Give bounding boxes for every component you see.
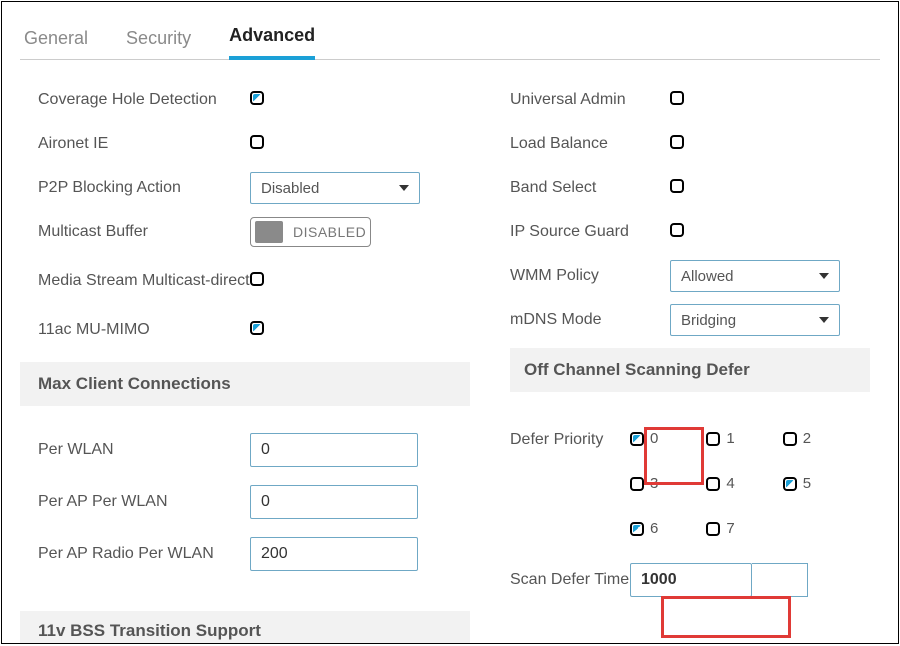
multicast-buffer-toggle-text: DISABLED [293, 224, 366, 240]
left-column: Coverage Hole Detection Aironet IE P2P B… [20, 78, 470, 597]
media-stream-checkbox[interactable] [250, 272, 264, 286]
per-ap-radio-input[interactable] [250, 537, 418, 571]
load-balance-checkbox[interactable] [670, 135, 684, 149]
defer-priority-0-checkbox[interactable] [630, 432, 644, 446]
mdns-mode-select[interactable]: Bridging [670, 304, 840, 336]
aironet-ie-label: Aironet IE [20, 135, 250, 153]
universal-admin-checkbox[interactable] [670, 91, 684, 105]
scan-defer-time-label: Scan Defer Time [510, 570, 630, 590]
tab-bar: General Security Advanced [20, 2, 880, 60]
p2p-blocking-select[interactable]: Disabled [250, 172, 420, 204]
aironet-ie-checkbox[interactable] [250, 135, 264, 149]
mu-mimo-checkbox[interactable] [250, 321, 264, 335]
band-select-label: Band Select [510, 179, 670, 197]
defer-priority-label: Defer Priority [510, 430, 630, 450]
per-wlan-input[interactable] [250, 433, 418, 467]
coverage-hole-checkbox[interactable] [250, 91, 264, 105]
bss-transition-header: 11v BSS Transition Support [20, 611, 470, 643]
tab-advanced[interactable]: Advanced [229, 25, 315, 60]
defer-priority-6-label: 6 [650, 520, 658, 537]
per-ap-per-wlan-label: Per AP Per WLAN [20, 493, 250, 511]
media-stream-label: Media Stream Multicast-direct [20, 271, 250, 291]
toggle-handle-icon [255, 221, 283, 243]
multicast-buffer-label: Multicast Buffer [20, 223, 250, 241]
coverage-hole-label: Coverage Hole Detection [20, 91, 250, 109]
wmm-policy-select[interactable]: Allowed [670, 260, 840, 292]
wmm-policy-label: WMM Policy [510, 267, 670, 285]
defer-priority-6-checkbox[interactable] [630, 522, 644, 536]
tab-general[interactable]: General [24, 28, 88, 59]
defer-priority-1-label: 1 [726, 430, 734, 447]
load-balance-label: Load Balance [510, 135, 670, 153]
off-channel-scanning-defer-header: Off Channel Scanning Defer [510, 348, 870, 392]
per-ap-per-wlan-input[interactable] [250, 485, 418, 519]
defer-priority-7-checkbox[interactable] [706, 522, 720, 536]
p2p-blocking-label: P2P Blocking Action [20, 179, 250, 197]
per-wlan-label: Per WLAN [20, 441, 250, 459]
advanced-settings-panel: General Security Advanced Coverage Hole … [1, 1, 899, 644]
p2p-blocking-value: Disabled [261, 180, 319, 197]
band-select-checkbox[interactable] [670, 179, 684, 193]
defer-priority-5-label: 5 [803, 475, 811, 492]
defer-priority-4-label: 4 [726, 475, 734, 492]
scan-defer-time-input[interactable] [630, 563, 752, 597]
highlight-scan-defer-time [661, 596, 791, 638]
chevron-down-icon [819, 317, 829, 323]
max-client-connections-header: Max Client Connections [20, 362, 470, 406]
right-column: Universal Admin Load Balance Band Select… [510, 78, 870, 597]
multicast-buffer-toggle[interactable]: DISABLED [250, 217, 371, 247]
per-ap-radio-label: Per AP Radio Per WLAN [20, 545, 250, 563]
scan-defer-time-extra [752, 563, 808, 597]
universal-admin-label: Universal Admin [510, 91, 670, 109]
defer-priority-3-checkbox[interactable] [630, 477, 644, 491]
defer-priority-3-label: 3 [650, 475, 658, 492]
mdns-mode-value: Bridging [681, 312, 736, 329]
tab-security[interactable]: Security [126, 28, 191, 59]
defer-priority-7-label: 7 [726, 520, 734, 537]
ip-source-guard-checkbox[interactable] [670, 223, 684, 237]
wmm-policy-value: Allowed [681, 268, 734, 285]
ip-source-guard-label: IP Source Guard [510, 223, 670, 241]
mdns-mode-label: mDNS Mode [510, 311, 670, 329]
chevron-down-icon [819, 273, 829, 279]
defer-priority-5-checkbox[interactable] [783, 477, 797, 491]
defer-priority-0-label: 0 [650, 430, 658, 447]
defer-priority-2-checkbox[interactable] [783, 432, 797, 446]
chevron-down-icon [399, 185, 409, 191]
defer-priority-grid: 0 1 2 3 4 5 6 7 [630, 430, 811, 537]
defer-priority-1-checkbox[interactable] [706, 432, 720, 446]
mu-mimo-label: 11ac MU-MIMO [20, 321, 250, 339]
defer-priority-4-checkbox[interactable] [706, 477, 720, 491]
defer-priority-2-label: 2 [803, 430, 811, 447]
